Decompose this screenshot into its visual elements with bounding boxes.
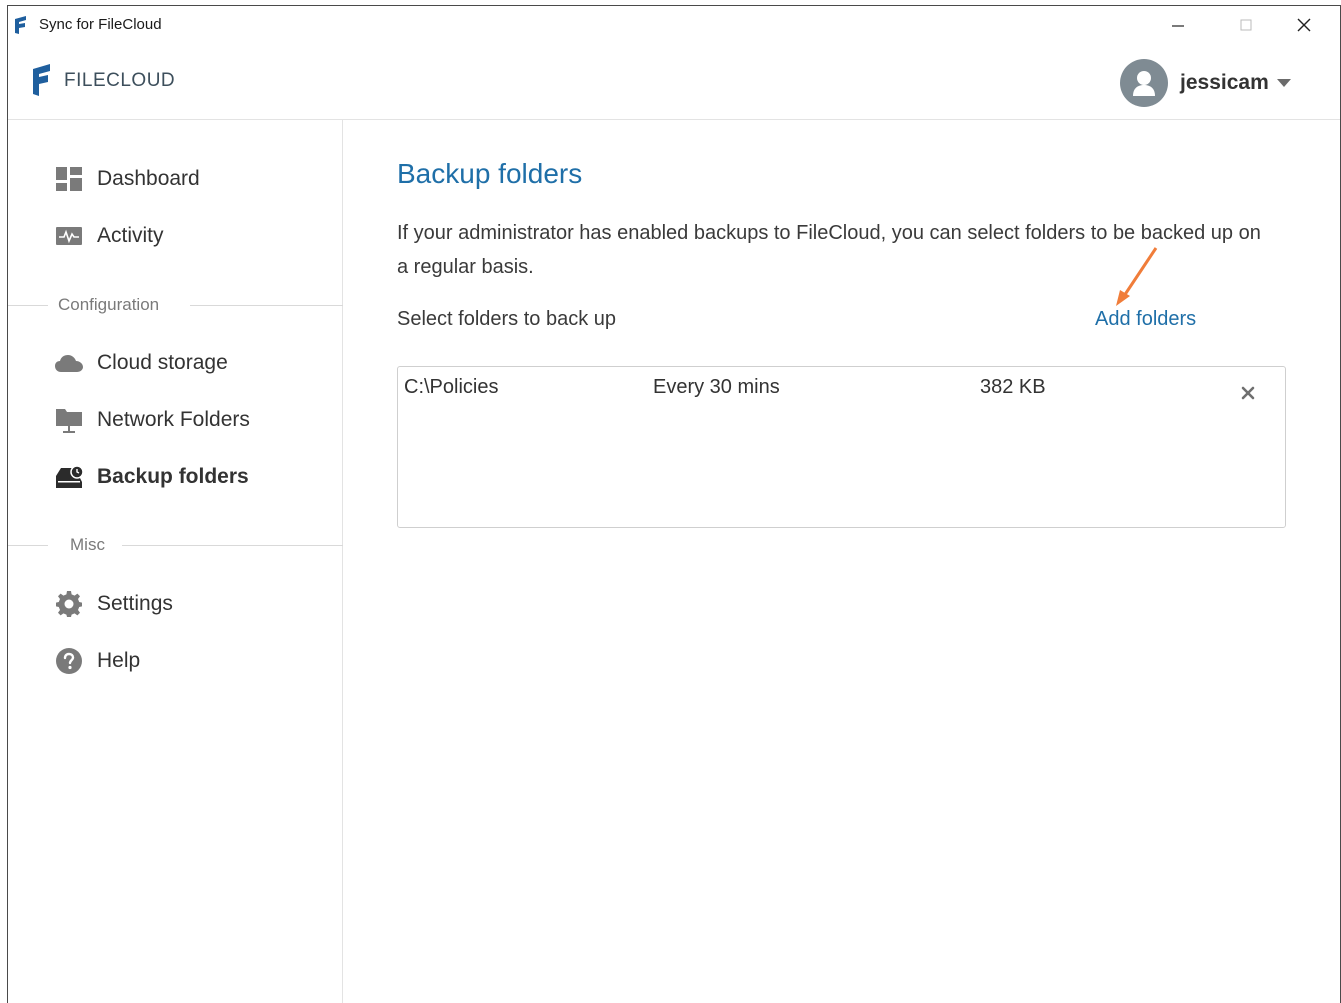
maximize-icon xyxy=(1240,19,1252,31)
add-folders-link[interactable]: Add folders xyxy=(1095,308,1196,331)
backup-folders-list: C:\Policies Every 30 mins 382 KB xyxy=(397,366,1286,528)
folder-path: C:\Policies xyxy=(404,376,499,398)
sidebar-item-backup-folders[interactable]: Backup folders xyxy=(55,460,249,494)
help-icon xyxy=(55,647,83,675)
sidebar-item-label: Settings xyxy=(97,592,173,615)
select-folders-label: Select folders to back up xyxy=(397,308,617,330)
folder-size: 382 KB xyxy=(980,376,1046,398)
user-icon xyxy=(1133,71,1155,96)
sidebar: Dashboard Activity Configuration Cloud s… xyxy=(8,120,343,1003)
minimize-button[interactable] xyxy=(1155,6,1201,44)
divider xyxy=(122,545,343,546)
sidebar-item-dashboard[interactable]: Dashboard xyxy=(55,162,200,196)
cloud-icon xyxy=(55,349,83,377)
network-folder-icon xyxy=(55,406,83,434)
main-content: Backup folders If your administrator has… xyxy=(344,120,1340,1003)
list-item: C:\Policies Every 30 mins 382 KB xyxy=(398,367,1285,411)
sidebar-item-label: Help xyxy=(97,649,141,672)
section-title: Misc xyxy=(70,535,105,554)
chevron-down-icon xyxy=(1276,79,1291,87)
dashboard-icon xyxy=(55,165,83,193)
sidebar-item-cloud-storage[interactable]: Cloud storage xyxy=(55,346,228,380)
close-window-button[interactable] xyxy=(1281,6,1327,44)
remove-folder-button[interactable] xyxy=(1236,381,1260,405)
maximize-button[interactable] xyxy=(1223,6,1269,44)
sidebar-item-label: Activity xyxy=(97,224,164,247)
section-title: Configuration xyxy=(58,295,160,314)
divider xyxy=(8,545,48,546)
app-header: FILECLOUD jessicam xyxy=(8,44,1340,120)
logo-text: FILECLOUD xyxy=(64,70,176,91)
filecloud-logo-icon xyxy=(33,64,50,96)
title-bar: Sync for FileCloud xyxy=(8,6,1340,44)
backup-icon xyxy=(55,463,83,491)
filecloud-app-icon xyxy=(15,16,26,34)
annotation-arrow-icon xyxy=(1116,247,1158,306)
sidebar-item-settings[interactable]: Settings xyxy=(55,587,173,621)
sidebar-item-label: Backup folders xyxy=(97,465,249,488)
window-title: Sync for FileCloud xyxy=(39,16,162,33)
sidebar-item-label: Network Folders xyxy=(97,408,250,431)
sidebar-item-label: Cloud storage xyxy=(97,351,228,374)
gear-icon xyxy=(55,590,83,618)
user-menu[interactable]: jessicam xyxy=(1120,58,1291,108)
sidebar-item-help[interactable]: Help xyxy=(55,644,140,678)
username: jessicam xyxy=(1180,71,1269,94)
close-icon xyxy=(1297,18,1311,32)
sidebar-item-label: Dashboard xyxy=(97,167,200,190)
sidebar-item-activity[interactable]: Activity xyxy=(55,219,164,253)
section-misc: Misc xyxy=(8,535,343,555)
sidebar-item-network-folders[interactable]: Network Folders xyxy=(55,403,250,437)
minimize-icon xyxy=(1172,25,1184,27)
close-icon xyxy=(1241,386,1255,400)
avatar xyxy=(1120,59,1168,107)
activity-icon xyxy=(55,222,83,250)
app-window: Sync for FileCloud FILECLOUD jessicam Da… xyxy=(7,5,1341,1003)
page-title: Backup folders xyxy=(397,158,583,189)
section-configuration: Configuration xyxy=(8,295,343,315)
divider xyxy=(8,305,48,306)
divider xyxy=(190,305,343,306)
backup-frequency: Every 30 mins xyxy=(653,376,780,398)
